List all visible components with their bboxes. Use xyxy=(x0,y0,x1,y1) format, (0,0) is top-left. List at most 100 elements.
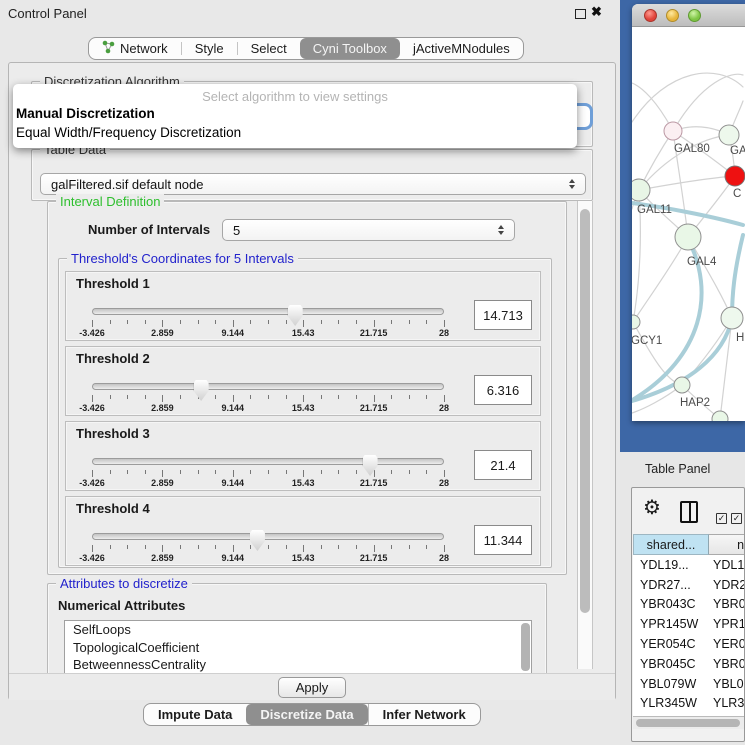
checkbox-icon[interactable]: ✓ xyxy=(716,513,727,524)
float-icon[interactable] xyxy=(575,9,586,19)
threshold-panel-4: Threshold 4-3.4262.8599.14415.4321.71528… xyxy=(65,496,541,566)
dropdown-placeholder: Select algorithm to view settings xyxy=(13,89,577,104)
column-header-shared[interactable]: shared... xyxy=(633,534,709,555)
threshold-slider-2[interactable]: -3.4262.8599.14415.4321.71528 xyxy=(92,347,444,417)
tab-impute-data[interactable]: Impute Data xyxy=(144,704,246,725)
table-row[interactable]: YBR045CYBR0 xyxy=(633,654,745,674)
tick-label: 28 xyxy=(439,478,449,488)
dropdown-option-equal-width-frequency[interactable]: Equal Width/Frequency Discretization xyxy=(16,125,241,140)
tab-jactivemnodules[interactable]: jActiveMNodules xyxy=(400,38,523,59)
threshold-slider-3[interactable]: -3.4262.8599.14415.4321.71528 xyxy=(92,422,444,492)
tab-discretize-data[interactable]: Discretize Data xyxy=(246,704,367,725)
close-traffic-light-icon[interactable] xyxy=(644,9,657,22)
network-node-3[interactable] xyxy=(632,179,650,201)
gear-icon[interactable]: ⚙ xyxy=(643,498,661,518)
tick-label: 9.144 xyxy=(222,403,245,413)
tick-mark xyxy=(374,320,375,327)
threshold-value-input[interactable]: 11.344 xyxy=(474,525,532,555)
node-label-ga: GA xyxy=(730,145,745,157)
tab-infer-network[interactable]: Infer Network xyxy=(368,704,480,725)
tick-mark xyxy=(268,470,269,474)
network-canvas[interactable]: GAL80GACGAL11GAL4GCY1HHAP2 xyxy=(632,27,745,421)
list-item-selfloops[interactable]: SelfLoops xyxy=(65,621,531,639)
node-label-gal11: GAL11 xyxy=(637,204,672,216)
panel-scrollbar-thumb[interactable] xyxy=(580,209,590,613)
tab-label: Cyni Toolbox xyxy=(313,41,387,56)
tick-mark xyxy=(444,320,445,327)
network-graph: GAL80GACGAL11GAL4GCY1HHAP2 xyxy=(632,27,745,421)
network-node-1[interactable] xyxy=(719,125,739,145)
slider-handle[interactable] xyxy=(250,530,265,551)
threshold-value-input[interactable]: 6.316 xyxy=(474,375,532,405)
network-node-5[interactable] xyxy=(632,315,640,329)
tick-mark xyxy=(145,470,146,474)
tick-label: 9.144 xyxy=(222,478,245,488)
tick-mark xyxy=(180,470,181,474)
tick-mark xyxy=(286,320,287,324)
table-row[interactable]: YPR145WYPR1 xyxy=(633,614,745,634)
numerical-attributes-list[interactable]: SelfLoopsTopologicalCoefficientBetweenne… xyxy=(64,620,532,674)
tab-select[interactable]: Select xyxy=(238,38,300,59)
table-hscrollbar-thumb[interactable] xyxy=(636,719,740,727)
tick-label: 21.715 xyxy=(360,328,388,338)
tab-style[interactable]: Style xyxy=(182,38,237,59)
node-label-gal4: GAL4 xyxy=(687,256,717,268)
slider-track[interactable] xyxy=(92,308,444,315)
columns-icon[interactable] xyxy=(680,501,698,523)
table-row[interactable]: YBL079WYBL0 xyxy=(633,674,745,694)
checkbox-icon[interactable]: ✓ xyxy=(731,513,742,524)
network-node-7[interactable] xyxy=(674,377,690,393)
apply-button[interactable]: Apply xyxy=(278,677,346,698)
tick-mark xyxy=(233,545,234,552)
cyni-toolbox-panel: Discretization Algorithm Select algorith… xyxy=(8,62,616,700)
tick-mark xyxy=(409,395,410,399)
table-row[interactable]: YBR043CYBR0 xyxy=(633,595,745,615)
tick-mark xyxy=(409,320,410,324)
threshold-panel-3: Threshold 3-3.4262.8599.14415.4321.71528… xyxy=(65,421,541,491)
slider-handle[interactable] xyxy=(194,380,209,401)
table-data-combobox[interactable]: galFiltered.sif default node xyxy=(40,173,586,195)
table-row[interactable]: YER054CYER0 xyxy=(633,634,745,654)
minimize-traffic-light-icon[interactable] xyxy=(666,9,679,22)
control-panel-titlebar: Control Panel ✖ xyxy=(0,0,620,26)
node-label-h: H xyxy=(736,332,744,344)
slider-handle[interactable] xyxy=(363,455,378,476)
close-icon[interactable]: ✖ xyxy=(591,4,602,20)
column-header-name[interactable]: na xyxy=(709,534,745,555)
tick-mark xyxy=(321,470,322,474)
slider-track[interactable] xyxy=(92,383,444,390)
network-node-8[interactable] xyxy=(712,411,728,421)
threshold-value-input[interactable]: 21.4 xyxy=(474,450,532,480)
list-item-topologicalcoefficient[interactable]: TopologicalCoefficient xyxy=(65,639,531,657)
tick-mark xyxy=(250,470,251,474)
number-of-intervals-combobox[interactable]: 5 xyxy=(222,219,515,241)
tab-network[interactable]: Network xyxy=(89,38,181,59)
panel-vertical-scrollbar[interactable] xyxy=(577,201,593,669)
interval-definition-group: Interval Definition Number of Intervals … xyxy=(47,201,567,575)
tick-mark xyxy=(321,320,322,324)
threshold-slider-4[interactable]: -3.4262.8599.14415.4321.71528 xyxy=(92,497,444,567)
slider-handle[interactable] xyxy=(288,305,303,326)
table-row[interactable]: YDL19...YDL1 xyxy=(633,555,745,575)
table-row[interactable]: YLR345WYLR3 xyxy=(633,694,745,714)
tab-cyni-toolbox[interactable]: Cyni Toolbox xyxy=(300,38,400,59)
tick-mark xyxy=(303,545,304,552)
tick-mark xyxy=(426,320,427,324)
threshold-value-input[interactable]: 14.713 xyxy=(474,300,532,330)
network-node-6[interactable] xyxy=(721,307,743,329)
zoom-traffic-light-icon[interactable] xyxy=(688,9,701,22)
network-node-4[interactable] xyxy=(675,224,701,250)
slider-track[interactable] xyxy=(92,458,444,465)
attributes-list-scrollbar[interactable] xyxy=(521,623,530,671)
network-node-2[interactable] xyxy=(725,166,745,186)
table-horizontal-scrollbar[interactable] xyxy=(633,716,745,729)
network-node-0[interactable] xyxy=(664,122,682,140)
node-label-gal80: GAL80 xyxy=(674,143,710,155)
tick-mark xyxy=(268,545,269,549)
table-row[interactable]: YDR27...YDR2 xyxy=(633,575,745,595)
tick-mark xyxy=(444,395,445,402)
threshold-slider-1[interactable]: -3.4262.8599.14415.4321.71528 xyxy=(92,272,444,342)
dropdown-option-manual-discretization[interactable]: Manual Discretization xyxy=(16,106,155,121)
list-item-betweennesscentrality[interactable]: BetweennessCentrality xyxy=(65,656,531,674)
slider-track[interactable] xyxy=(92,533,444,540)
